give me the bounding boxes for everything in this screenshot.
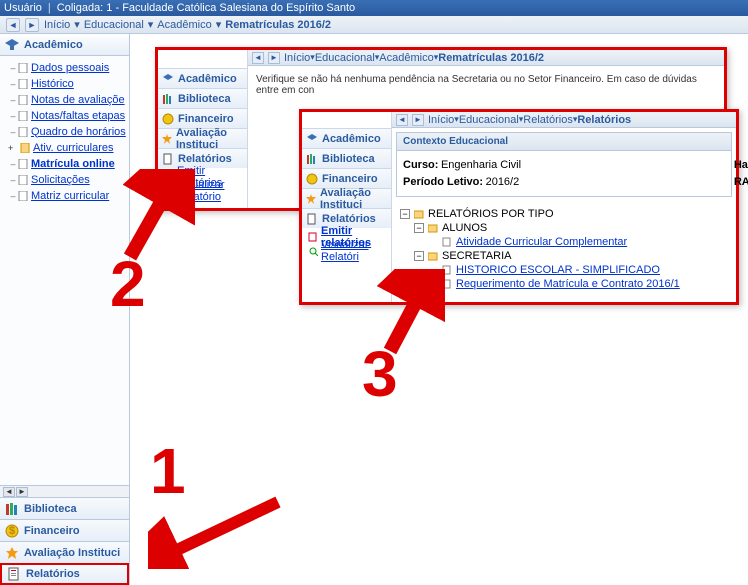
panel-label: Biblioteca — [24, 503, 77, 515]
inset2-sidebar: Acadêmico Biblioteca Financeiro Avaliaçã… — [158, 50, 248, 208]
books-icon — [305, 152, 319, 166]
top-bar: Usuário | Coligada: 1 - Faculdade Católi… — [0, 0, 748, 16]
separator: | — [48, 2, 51, 14]
annotation-1: 1 — [150, 439, 186, 503]
inset-panel-3: Acadêmico Biblioteca Financeiro Avaliaçã… — [299, 109, 739, 305]
inset2-message: Verifique se não há nenhuma pendência na… — [248, 66, 724, 104]
collapsed-panels: ◄ ► Biblioteca $ Financeiro Avaliação In… — [0, 485, 129, 585]
inset2-relatorios-tree: Emitir relatórios Visualizar Relatório — [158, 168, 247, 200]
panel-avaliacao[interactable]: Avaliação Instituci — [0, 541, 129, 563]
coligada-label: Coligada: 1 - Faculdade Católica Salesia… — [57, 2, 355, 14]
context-title: Contexto Educacional — [397, 133, 731, 151]
nav-back-icon[interactable]: ◄ — [396, 114, 408, 126]
academic-cap-icon — [161, 72, 175, 86]
inset3-content: ◄ ► Início ▾ Educacional ▾ Relatórios ▾ … — [392, 112, 736, 302]
nav-forward-icon[interactable]: ► — [268, 52, 280, 64]
bc-item[interactable]: Educacional — [84, 19, 144, 31]
svg-text:$: $ — [9, 525, 15, 537]
star-icon — [4, 545, 20, 561]
books-icon — [161, 92, 175, 106]
tree-leaf-alunos-0[interactable]: Atividade Curricular Complementar — [428, 235, 728, 249]
tree-item-matricula[interactable]: –Matrícula online — [8, 156, 127, 171]
inset3-biblioteca[interactable]: Biblioteca — [302, 148, 391, 168]
tree-item-notas-avaliacoes[interactable]: –Notas de avaliaçõe — [8, 92, 127, 107]
tree-item-ativ[interactable]: +Ativ. curriculares — [8, 140, 127, 155]
left-sidebar: Acadêmico –Dados pessoais –Histórico –No… — [0, 34, 130, 585]
bc-current: Rematrículas 2016/2 — [225, 19, 331, 31]
money-icon: $ — [4, 523, 20, 539]
inset2-academico[interactable]: Acadêmico — [158, 68, 247, 88]
inset2-breadcrumb: ◄ ► Início ▾ Educacional ▾ Acadêmico ▾ R… — [248, 50, 724, 66]
tree-leaf-secretaria-0[interactable]: HISTORICO ESCOLAR - SIMPLIFICADO — [428, 263, 728, 277]
tree-leaf-secretaria-1[interactable]: Requerimento de Matrícula e Contrato 201… — [428, 277, 728, 291]
tree-item-solicitacoes[interactable]: –Solicitações — [8, 172, 127, 187]
section-label: Acadêmico — [24, 39, 83, 51]
panel-financeiro[interactable]: $ Financeiro — [0, 519, 129, 541]
report-icon — [161, 152, 175, 166]
inset2-visualizar[interactable]: Visualizar Relatório — [164, 184, 245, 198]
context-body: Curso: Engenharia Civil Período Letivo: … — [397, 151, 731, 196]
academic-cap-icon — [4, 37, 20, 53]
panel-biblioteca[interactable]: Biblioteca — [0, 497, 129, 519]
nav-forward-icon[interactable]: ► — [25, 18, 39, 32]
inset3-financeiro[interactable]: Financeiro — [302, 168, 391, 188]
money-icon — [161, 112, 175, 126]
annotation-3: 3 — [362, 342, 398, 406]
content-area: Acadêmico Biblioteca Financeiro Avaliaçã… — [130, 34, 748, 585]
tree-group-secretaria[interactable]: −SECRETARIA — [414, 249, 728, 263]
tree-item-quadro[interactable]: –Quadro de horários — [8, 124, 127, 139]
inset3-visualizar[interactable]: Visualizar Relatóri — [308, 244, 389, 258]
scroll-right-icon[interactable]: ► — [16, 487, 28, 497]
panel-label: Relatórios — [26, 568, 80, 580]
arrow-1-icon — [148, 494, 288, 569]
academic-cap-icon — [305, 132, 319, 146]
tree-item-notas-faltas[interactable]: –Notas/faltas etapas — [8, 108, 127, 123]
books-icon — [4, 501, 20, 517]
inset2-biblioteca[interactable]: Biblioteca — [158, 88, 247, 108]
user-label: Usuário — [4, 2, 42, 14]
tree-group-alunos[interactable]: −ALUNOS — [414, 221, 728, 235]
inset3-avaliacao[interactable]: Avaliação Instituci — [302, 188, 391, 208]
star-icon — [305, 192, 317, 206]
section-academico[interactable]: Acadêmico — [0, 34, 129, 56]
panel-scroll-row: ◄ ► — [0, 485, 129, 497]
inset3-relatorios-tree: Emitir relatórios Visualizar Relatóri — [302, 228, 391, 260]
nav-back-icon[interactable]: ◄ — [6, 18, 20, 32]
inset3-sidebar: Acadêmico Biblioteca Financeiro Avaliaçã… — [302, 112, 392, 302]
panel-label: Financeiro — [24, 525, 80, 537]
bc-item[interactable]: Acadêmico — [157, 19, 211, 31]
tree-item-matriz[interactable]: –Matriz curricular — [8, 188, 127, 203]
inset2-avaliacao[interactable]: Avaliação Instituci — [158, 128, 247, 148]
nav-back-icon[interactable]: ◄ — [252, 52, 264, 64]
money-icon — [305, 172, 319, 186]
report-icon — [305, 212, 319, 226]
bc-item[interactable]: Início — [44, 19, 70, 31]
panel-label: Avaliação Instituci — [24, 547, 120, 559]
report-icon — [6, 566, 22, 582]
tree-item-historico[interactable]: –Histórico — [8, 76, 127, 91]
academico-tree: –Dados pessoais –Histórico –Notas de ava… — [0, 56, 129, 212]
breadcrumb: ◄ ► Início▾ Educacional▾ Acadêmico▾ Rema… — [0, 16, 748, 34]
context-educacional: Contexto Educacional Curso: Engenharia C… — [396, 132, 732, 197]
scroll-left-icon[interactable]: ◄ — [3, 487, 15, 497]
relatorios-por-tipo-tree: −RELATÓRIOS POR TIPO −ALUNOS Atividade C… — [392, 201, 736, 297]
inset3-breadcrumb: ◄ ► Início ▾ Educacional ▾ Relatórios ▾ … — [392, 112, 736, 128]
panel-relatorios[interactable]: Relatórios — [0, 563, 129, 585]
inset3-academico[interactable]: Acadêmico — [302, 128, 391, 148]
inset2-financeiro[interactable]: Financeiro — [158, 108, 247, 128]
tree-item-dados[interactable]: –Dados pessoais — [8, 60, 127, 75]
tree-root[interactable]: −RELATÓRIOS POR TIPO — [400, 207, 728, 221]
nav-forward-icon[interactable]: ► — [412, 114, 424, 126]
star-icon — [161, 132, 173, 146]
